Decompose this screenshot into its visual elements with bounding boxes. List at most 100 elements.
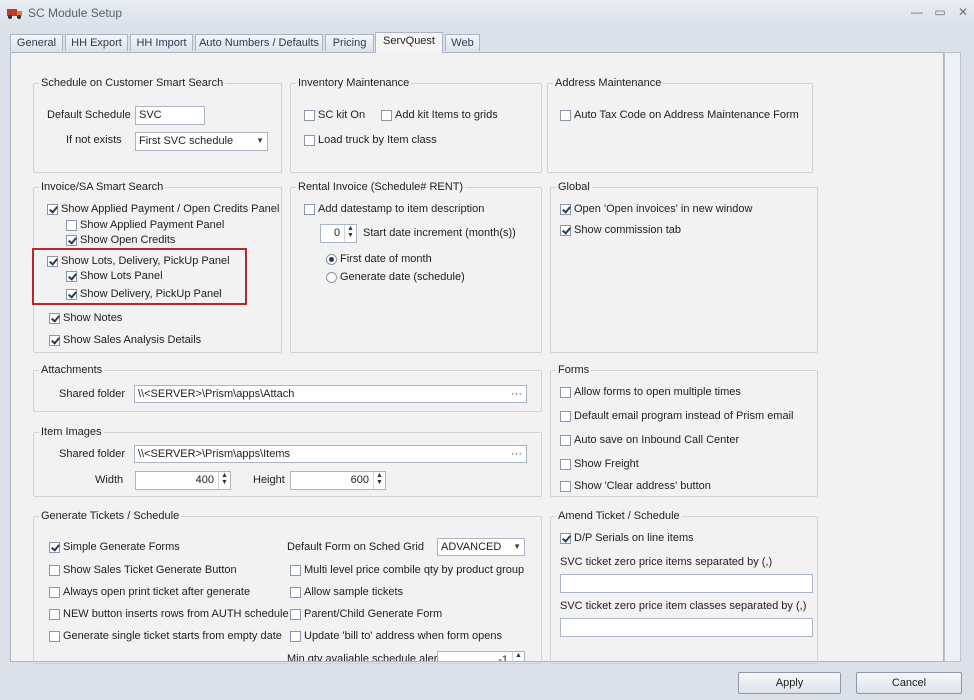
allow-multiple-checkbox[interactable] <box>560 387 571 398</box>
group-title: Invoice/SA Smart Search <box>39 181 166 193</box>
multi-level-checkbox[interactable] <box>290 565 301 576</box>
browse-icon[interactable]: ··· <box>511 446 522 462</box>
add-datestamp-checkbox[interactable] <box>304 204 315 215</box>
add-datestamp-label: Add datestamp to item description <box>318 203 485 215</box>
increment-value: 0 <box>334 227 341 239</box>
open-invoices-label: Open 'Open invoices' in new window <box>574 203 753 215</box>
svc-zero-items-input[interactable] <box>560 574 813 593</box>
tab-general[interactable]: General <box>10 34 63 51</box>
increment-label: Start date increment (month(s)) <box>363 227 516 239</box>
show-open-credits-label: Show Open Credits <box>80 234 176 246</box>
load-truck-checkbox[interactable] <box>304 135 315 146</box>
min-qty-stepper[interactable]: -1 ▲ <box>437 651 525 661</box>
add-kit-items-label: Add kit Items to grids <box>395 109 498 121</box>
update-bill-checkbox[interactable] <box>290 631 301 642</box>
spin-arrows-icon[interactable]: ▲ ▼ <box>344 225 356 242</box>
parent-child-checkbox[interactable] <box>290 609 301 620</box>
apply-button[interactable]: Apply <box>738 672 841 694</box>
new-button-checkbox[interactable] <box>49 609 60 620</box>
cancel-button[interactable]: Cancel <box>856 672 962 694</box>
update-bill-label: Update 'bill to' address when form opens <box>304 630 503 642</box>
new-button-label: NEW button inserts rows from AUTH schedu… <box>63 608 289 620</box>
spin-arrows-icon[interactable]: ▲ ▼ <box>373 472 385 489</box>
default-form-value: ADVANCED <box>441 541 502 553</box>
default-schedule-input[interactable]: SVC <box>135 106 205 125</box>
increment-stepper[interactable]: 0 ▲ ▼ <box>320 224 357 243</box>
maximize-button[interactable]: ▭ <box>929 3 951 21</box>
shared-folder-label: Shared folder <box>59 448 126 460</box>
first-date-label: First date of month <box>340 253 432 265</box>
show-lots-checkbox[interactable] <box>66 271 77 282</box>
tab-pricing[interactable]: Pricing <box>325 34 374 51</box>
close-button[interactable]: ✕ <box>952 3 974 21</box>
tab-auto-numbers[interactable]: Auto Numbers / Defaults <box>195 34 323 51</box>
tab-web[interactable]: Web <box>445 34 480 51</box>
dp-serials-checkbox[interactable] <box>560 533 571 544</box>
show-applied-open-checkbox[interactable] <box>47 204 58 215</box>
spin-arrows-icon[interactable]: ▲ ▼ <box>218 472 230 489</box>
width-label: Width <box>95 474 124 486</box>
sales-ticket-button-checkbox[interactable] <box>49 565 60 576</box>
show-notes-checkbox[interactable] <box>49 313 60 324</box>
show-lots-label: Show Lots Panel <box>80 270 163 282</box>
show-open-credits-checkbox[interactable] <box>66 235 77 246</box>
sc-kit-on-checkbox[interactable] <box>304 110 315 121</box>
app-truck-icon <box>7 9 22 19</box>
if-not-exists-select[interactable]: First SVC schedule ▼ <box>135 132 268 151</box>
attachments-folder-value: \\<SERVER>\Prism\apps\Attach <box>138 388 295 400</box>
default-form-select[interactable]: ADVANCED ▼ <box>437 538 525 556</box>
default-email-checkbox[interactable] <box>560 411 571 422</box>
title-bar: SC Module Setup — ▭ ✕ <box>0 0 974 26</box>
single-ticket-checkbox[interactable] <box>49 631 60 642</box>
minimize-button[interactable]: — <box>906 3 928 21</box>
spin-arrows-icon[interactable]: ▲ <box>512 652 524 661</box>
group-title: Address Maintenance <box>553 77 664 89</box>
allow-sample-checkbox[interactable] <box>290 587 301 598</box>
browse-icon[interactable]: ··· <box>511 386 522 402</box>
show-lots-delivery-label: Show Lots, Delivery, PickUp Panel <box>61 255 230 267</box>
height-stepper[interactable]: 600 ▲ ▼ <box>290 471 386 490</box>
simple-generate-label: Simple Generate Forms <box>63 541 180 553</box>
show-delivery-checkbox[interactable] <box>66 289 77 300</box>
width-value: 400 <box>195 474 214 486</box>
open-invoices-checkbox[interactable] <box>560 204 571 215</box>
always-open-checkbox[interactable] <box>49 587 60 598</box>
attachments-folder-input[interactable]: \\<SERVER>\Prism\apps\Attach ··· <box>134 385 527 403</box>
if-not-exists-label: If not exists <box>66 134 122 146</box>
chevron-down-icon[interactable]: ▼ <box>513 539 521 555</box>
simple-generate-checkbox[interactable] <box>49 542 60 553</box>
load-truck-label: Load truck by Item class <box>318 134 437 146</box>
show-sales-analysis-checkbox[interactable] <box>49 335 60 346</box>
allow-sample-label: Allow sample tickets <box>304 586 404 598</box>
show-freight-checkbox[interactable] <box>560 459 571 470</box>
show-applied-checkbox[interactable] <box>66 220 77 231</box>
first-date-radio[interactable] <box>326 254 337 265</box>
add-kit-items-checkbox[interactable] <box>381 110 392 121</box>
show-notes-label: Show Notes <box>63 312 123 324</box>
generate-date-radio[interactable] <box>326 272 337 283</box>
item-images-folder-input[interactable]: \\<SERVER>\Prism\apps\Items ··· <box>134 445 527 463</box>
auto-tax-checkbox[interactable] <box>560 110 571 121</box>
auto-save-checkbox[interactable] <box>560 435 571 446</box>
show-clear-checkbox[interactable] <box>560 481 571 492</box>
address-group <box>547 83 813 173</box>
show-commission-label: Show commission tab <box>574 224 681 236</box>
sales-ticket-button-label: Show Sales Ticket Generate Button <box>63 564 237 576</box>
group-title: Generate Tickets / Schedule <box>39 510 182 522</box>
svc-zero-classes-input[interactable] <box>560 618 813 637</box>
chevron-down-icon[interactable]: ▼ <box>256 133 264 149</box>
tab-hh-import[interactable]: HH Import <box>130 34 193 51</box>
show-commission-checkbox[interactable] <box>560 225 571 236</box>
vertical-scrollbar[interactable] <box>944 52 961 662</box>
tab-servquest[interactable]: ServQuest <box>375 32 443 53</box>
width-stepper[interactable]: 400 ▲ ▼ <box>135 471 231 490</box>
item-images-folder-value: \\<SERVER>\Prism\apps\Items <box>138 448 291 460</box>
show-lots-delivery-checkbox[interactable] <box>47 256 58 267</box>
generate-date-label: Generate date (schedule) <box>340 271 465 283</box>
group-title: Amend Ticket / Schedule <box>556 510 682 522</box>
group-title: Schedule on Customer Smart Search <box>39 77 226 89</box>
dp-serials-label: D/P Serials on line items <box>574 532 694 544</box>
tab-hh-export[interactable]: HH Export <box>65 34 128 51</box>
default-email-label: Default email program instead of Prism e… <box>574 410 794 422</box>
show-clear-label: Show 'Clear address' button <box>574 480 711 492</box>
